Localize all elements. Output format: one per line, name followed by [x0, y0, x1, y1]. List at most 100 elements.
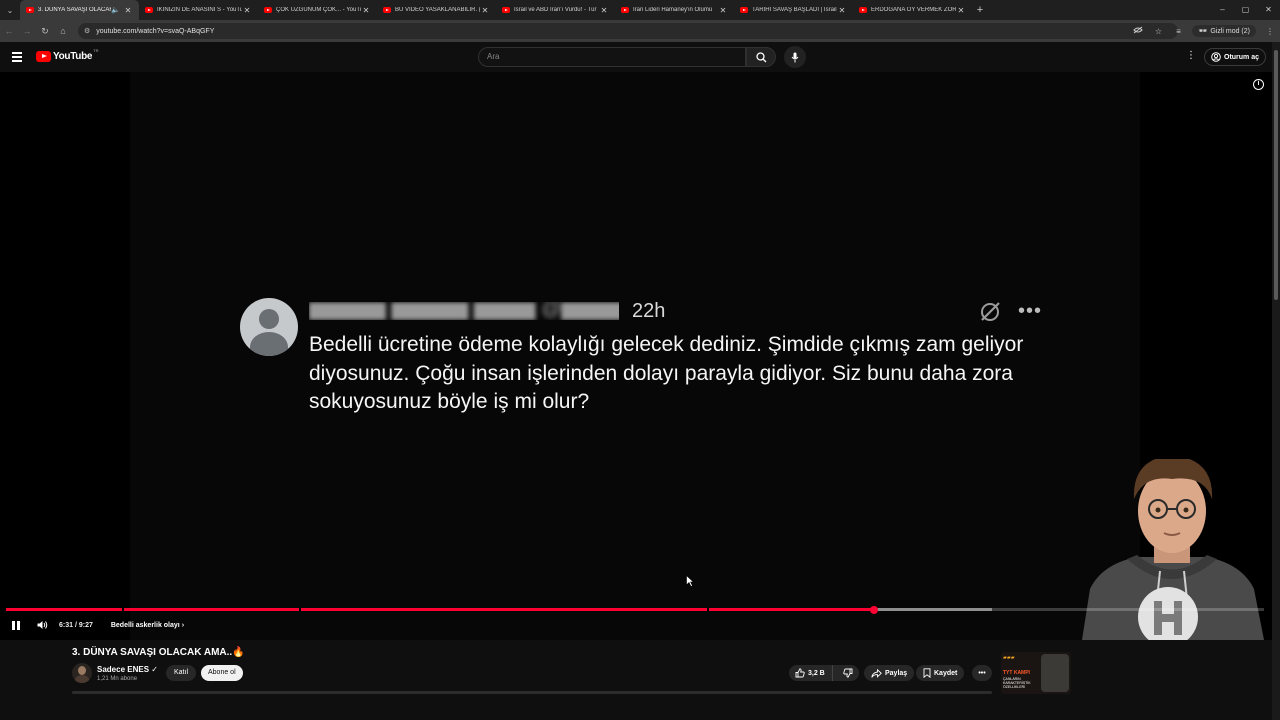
site-info-icon[interactable]: ⚙ [84, 27, 90, 35]
subscribe-button[interactable]: Abone ol [201, 665, 243, 681]
incognito-indicator[interactable]: 🕶 Gizli mod (2) [1192, 25, 1256, 37]
search-icon [755, 51, 766, 62]
youtube-favicon-icon [383, 7, 391, 13]
more-actions-button[interactable]: ••• [972, 665, 992, 681]
more-horiz-icon: ••• [1018, 300, 1043, 322]
scrollbar-thumb[interactable] [1274, 50, 1278, 300]
url-text: youtube.com/watch?v=svaQ-ABqGFY [96, 27, 215, 35]
tab-label: ÇOK ÜZGÜNÜM ÇOK... - YouTu [276, 7, 361, 13]
reading-list-icon[interactable]: ≡ [1168, 27, 1188, 36]
join-button[interactable]: Katıl [166, 665, 197, 681]
close-icon[interactable]: ✕ [956, 6, 966, 15]
tab-label: TARİHİ SAVAŞ BAŞLADI | İsrail [752, 7, 837, 13]
search-button[interactable] [746, 47, 776, 67]
tab-label: BU VİDEO YASAKLANABİLİR. (B [395, 7, 480, 13]
close-window-button[interactable]: ✕ [1257, 0, 1280, 20]
youtube-favicon-icon [264, 7, 272, 13]
mic-icon [791, 52, 799, 62]
ad-title: TYT KAMPI [1003, 670, 1030, 676]
browser-tab[interactable]: ERDOĞANA OY VERMEK ZORU ✕ [853, 0, 972, 20]
youtube-favicon-icon [502, 7, 510, 13]
youtube-favicon-icon [740, 7, 748, 13]
like-dislike-group: 3,2 B [789, 665, 859, 681]
page-scrollbar[interactable] [1272, 42, 1280, 720]
home-icon[interactable]: ⌂ [54, 26, 72, 36]
close-icon[interactable]: ✕ [480, 6, 490, 15]
channel-name[interactable]: Sadece ENES ✓ [97, 665, 158, 674]
browser-menu-icon[interactable]: ⋮ [1260, 27, 1280, 36]
address-bar-row: ← → ↻ ⌂ ⚙ youtube.com/watch?v=svaQ-ABqGF… [0, 20, 1280, 42]
browser-tab-strip: ⌄ 3. DÜNYA SAVAŞI OLACAK 🔈 ✕ İKİNİZİN DE AN… [0, 0, 1280, 20]
menu-icon[interactable] [12, 52, 22, 62]
volume-icon[interactable] [37, 620, 48, 630]
progress-bar[interactable] [6, 605, 1264, 614]
browser-tab[interactable]: İKİNİZİN DE ANASINI S - YouTube ✕ [139, 0, 258, 20]
back-icon[interactable]: ← [0, 26, 18, 36]
close-icon[interactable]: ✕ [123, 6, 133, 15]
close-icon[interactable]: ✕ [242, 6, 252, 15]
grok-icon [978, 300, 1002, 329]
search-input[interactable]: Ara [478, 47, 746, 67]
youtube-play-icon [36, 51, 51, 62]
tab-label: İran Lideri Hamaney'in Ölümü [633, 7, 713, 13]
like-button[interactable]: 3,2 B [789, 665, 834, 681]
star-icon[interactable]: ☆ [1148, 27, 1168, 36]
dislike-button[interactable] [836, 665, 859, 681]
more-vert-icon[interactable]: ⋮ [1186, 50, 1196, 61]
chapter-button[interactable]: Bedelli askerlik olayı › [111, 622, 184, 629]
like-icon [795, 668, 805, 678]
tweet-time: 22h [632, 300, 666, 322]
video-info-bar: 3. DÜNYA SAVAŞI OLACAK AMA..🔥 Sadece ENE… [0, 640, 1272, 720]
close-icon[interactable]: ✕ [599, 6, 609, 15]
url-field[interactable]: ⚙ youtube.com/watch?v=svaQ-ABqGFY [78, 23, 1178, 39]
close-icon[interactable]: ✕ [837, 6, 847, 15]
minimize-button[interactable]: – [1211, 0, 1234, 20]
voice-search-button[interactable] [784, 46, 806, 68]
pause-icon[interactable] [12, 620, 20, 630]
maximize-button[interactable]: ▢ [1234, 0, 1257, 20]
browser-tab[interactable]: BU VİDEO YASAKLANABİLİR. (B ✕ [377, 0, 496, 20]
signin-button[interactable]: Oturum aç [1204, 48, 1267, 66]
ad-thumbnail[interactable]: ▰▰▰ TYT KAMPI ÇANLARIN KARAKTERİSTİK ÖZE… [1001, 652, 1071, 694]
video-title: 3. DÜNYA SAVAŞI OLACAK AMA..🔥 [72, 647, 245, 658]
browser-tab[interactable]: İran Lideri Hamaney'in Ölümü ✕ [615, 0, 734, 20]
browser-tab[interactable]: 3. DÜNYA SAVAŞI OLACAK 🔈 ✕ [20, 0, 139, 20]
youtube-logo[interactable]: YouTube TR [36, 48, 99, 62]
eye-off-icon[interactable] [1128, 26, 1148, 36]
ad-subtitle: ÇANLARIN KARAKTERİSTİK ÖZELLİKLERİ [1003, 677, 1031, 689]
incognito-icon: 🕶 [1198, 28, 1208, 35]
tab-search-button[interactable]: ⌄ [0, 0, 20, 20]
close-icon[interactable]: ✕ [361, 6, 371, 15]
youtube-favicon-icon [26, 7, 34, 13]
forward-icon[interactable]: → [18, 26, 36, 36]
save-icon [923, 668, 931, 678]
channel-avatar[interactable] [72, 663, 92, 683]
account-icon [1211, 52, 1221, 62]
ad-logo: ▰▰▰ [1003, 655, 1015, 661]
tab-label: 3. DÜNYA SAVAŞI OLACAK [38, 7, 112, 13]
presenter-avatar [1082, 459, 1264, 640]
info-icon[interactable]: i [1253, 79, 1264, 90]
tab-label: ERDOĞANA OY VERMEK ZORU [871, 7, 956, 13]
tweet-avatar [240, 298, 298, 356]
youtube-favicon-icon [859, 7, 867, 13]
player-controls: 6:31 / 9:27 Bedelli askerlik olayı › [0, 616, 1272, 634]
time-display: 6:31 / 9:27 [59, 621, 93, 629]
horizontal-scroll-track [72, 691, 992, 694]
browser-tab[interactable]: TARİHİ SAVAŞ BAŞLADI | İsrail ✕ [734, 0, 853, 20]
video-player[interactable]: i ▆▆▆▆▆ ▆▆▆▆▆ ▆▆▆▆ @▆▆▆▆▆▆▆ 22h ••• Bede… [0, 72, 1272, 640]
reload-icon[interactable]: ↻ [36, 26, 54, 37]
browser-tab[interactable]: ÇOK ÜZGÜNÜM ÇOK... - YouTu ✕ [258, 0, 377, 20]
youtube-header: YouTube TR Ara ⋮ Oturum aç [0, 42, 1272, 72]
new-tab-icon[interactable]: + [972, 4, 988, 16]
youtube-favicon-icon [621, 7, 629, 13]
speaker-icon[interactable]: 🔈 [111, 6, 120, 14]
ad-face [1041, 654, 1069, 692]
close-icon[interactable]: ✕ [718, 6, 728, 15]
progress-scrubber[interactable] [870, 605, 879, 614]
browser-tab[interactable]: İsrail ve ABD İran'ı Vurdu! - Tür ✕ [496, 0, 615, 20]
share-button[interactable]: Paylaş [864, 665, 915, 681]
tweet-text: Bedelli ücretine ödeme kolaylığı gelecek… [309, 333, 1024, 413]
save-button[interactable]: Kaydet [916, 665, 965, 681]
dislike-icon [842, 668, 853, 678]
